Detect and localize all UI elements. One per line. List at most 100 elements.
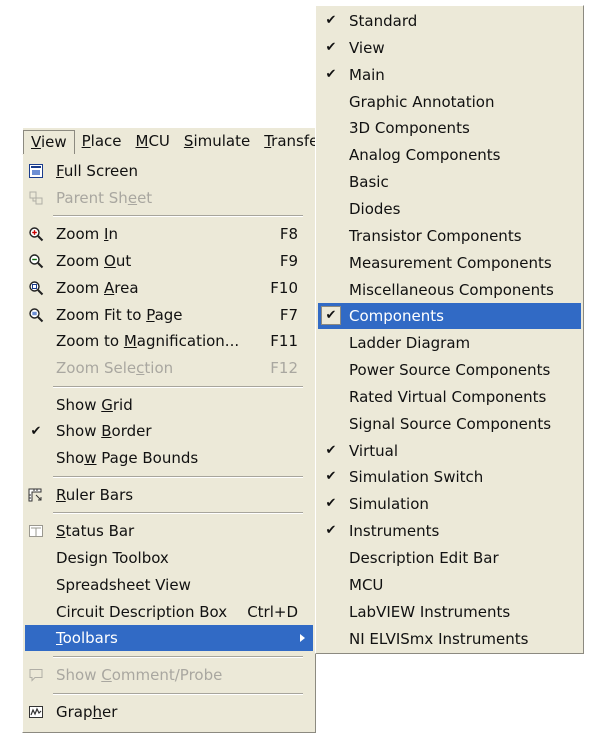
toolbar-item-label: Main xyxy=(349,65,385,84)
menu-bar: ViewPlaceMCUSimulateTransfer xyxy=(22,127,317,155)
menu-separator xyxy=(53,215,303,218)
toolbar-item-standard[interactable]: ✔ Standard xyxy=(318,8,581,34)
menu-item-label: Spreadsheet View xyxy=(56,575,191,594)
toolbar-item-label: Components xyxy=(349,307,444,326)
view-menu: Full Screen Parent Sheet Zoom In F8 Zoom Out… xyxy=(22,154,316,733)
check-icon: ✔ xyxy=(325,523,337,539)
ruler-icon xyxy=(27,486,45,504)
menu-item-label: Zoom Fit to Page xyxy=(56,305,183,324)
menu-item-label: Zoom In xyxy=(56,225,118,244)
toolbar-item-label: Signal Source Components xyxy=(349,414,552,433)
check-icon: ✔ xyxy=(325,39,337,55)
toolbar-item-rated-virtual-components[interactable]: Rated Virtual Components xyxy=(318,384,581,410)
toolbar-item-simulation-switch[interactable]: ✔ Simulation Switch xyxy=(318,464,581,490)
toolbar-item-instruments[interactable]: ✔ Instruments xyxy=(318,518,581,544)
toolbar-item-label: Standard xyxy=(349,12,418,30)
toolbar-item-ni-elvismx-instruments[interactable]: NI ELVISmx Instruments xyxy=(318,626,581,652)
menubar-item-mcu[interactable]: MCU xyxy=(129,130,177,153)
menubar-item-place[interactable]: Place xyxy=(75,130,129,153)
menubar-item-simulate[interactable]: Simulate xyxy=(177,130,257,153)
toolbar-item-label: NI ELVISmx Instruments xyxy=(349,629,529,648)
menu-item-label: Status Bar xyxy=(56,522,135,541)
menu-item-label: Zoom Selection xyxy=(56,358,174,377)
toolbar-item-analog-components[interactable]: Analog Components xyxy=(318,142,581,168)
toolbar-item-label: Simulation xyxy=(349,495,429,514)
comment-icon xyxy=(27,666,45,684)
menu-item-shortcut: F12 xyxy=(270,358,298,377)
zoom-area-icon xyxy=(27,279,45,297)
check-icon: ✔ xyxy=(325,496,337,512)
toolbar-item-components[interactable]: ✔ Components xyxy=(318,303,581,330)
menu-item-zoom-fit-to-page[interactable]: Zoom Fit to Page F7 xyxy=(25,302,313,328)
menu-item-spreadsheet-view[interactable]: Spreadsheet View xyxy=(25,572,313,598)
menu-item-parent-sheet: Parent Sheet xyxy=(25,185,313,211)
toolbar-item-label: Measurement Components xyxy=(349,253,552,272)
toolbar-item-label: Graphic Annotation xyxy=(349,92,495,111)
toolbar-item-basic[interactable]: Basic xyxy=(318,169,581,195)
toolbar-item-3d-components[interactable]: 3D Components xyxy=(318,115,581,141)
toolbar-item-simulation[interactable]: ✔ Simulation xyxy=(318,491,581,517)
menu-item-show-grid[interactable]: Show Grid xyxy=(25,392,313,418)
menu-item-shortcut: Ctrl+D xyxy=(247,602,298,621)
menu-separator xyxy=(53,475,303,478)
toolbar-item-miscellaneous-components[interactable]: Miscellaneous Components xyxy=(318,277,581,303)
toolbar-item-view[interactable]: ✔ View xyxy=(318,35,581,61)
menu-item-ruler-bars[interactable]: Ruler Bars xyxy=(25,482,313,508)
toolbar-item-diodes[interactable]: Diodes xyxy=(318,196,581,222)
menu-item-label: Show Grid xyxy=(56,395,133,414)
menu-item-shortcut: F10 xyxy=(270,278,298,297)
menu-item-zoom-in[interactable]: Zoom In F8 xyxy=(25,221,313,247)
toolbar-item-main[interactable]: ✔ Main xyxy=(318,62,581,88)
toolbar-item-transistor-components[interactable]: Transistor Components xyxy=(318,223,581,249)
toolbar-item-mcu[interactable]: MCU xyxy=(318,572,581,598)
menubar-item-view[interactable]: View xyxy=(23,130,75,155)
toolbar-item-graphic-annotation[interactable]: Graphic Annotation xyxy=(318,89,581,115)
toolbar-item-label: Ladder Diagram xyxy=(349,334,471,353)
toolbar-item-labview-instruments[interactable]: LabVIEW Instruments xyxy=(318,599,581,625)
toolbar-item-label: Description Edit Bar xyxy=(349,549,499,567)
status-bar-icon xyxy=(27,522,45,540)
toolbars-submenu: ✔ Standard ✔ View ✔ Main Graphic Annotation 3D … xyxy=(315,5,584,654)
toolbar-item-power-source-components[interactable]: Power Source Components xyxy=(318,357,581,383)
menu-item-toolbars[interactable]: Toolbars xyxy=(25,625,313,652)
menu-item-label: Grapher xyxy=(56,702,118,721)
menu-item-zoom-to-magnification[interactable]: Zoom to Magnification... F11 xyxy=(25,328,313,354)
toolbar-item-label: LabVIEW Instruments xyxy=(349,602,511,621)
menu-item-show-page-bounds[interactable]: Show Page Bounds xyxy=(25,445,313,471)
toolbar-item-virtual[interactable]: ✔ Virtual xyxy=(318,438,581,464)
menu-item-zoom-out[interactable]: Zoom Out F9 xyxy=(25,248,313,274)
menu-item-design-toolbox[interactable]: Design Toolbox xyxy=(25,545,313,571)
menu-separator xyxy=(53,385,303,388)
menu-item-label: Show Page Bounds xyxy=(56,449,199,467)
toolbar-item-label: Analog Components xyxy=(349,146,501,165)
menubar-item-transfer[interactable]: Transfer xyxy=(257,130,317,153)
toolbar-item-label: Power Source Components xyxy=(349,361,551,380)
zoom-fit-icon xyxy=(27,306,45,324)
menu-item-zoom-area[interactable]: Zoom Area F10 xyxy=(25,275,313,301)
check-icon: ✔ xyxy=(325,13,337,28)
check-icon: ✔ xyxy=(30,423,42,439)
menu-item-shortcut: F11 xyxy=(270,332,298,351)
menu-item-circuit-description-box[interactable]: Circuit Description Box Ctrl+D xyxy=(25,599,313,625)
toolbar-item-measurement-components[interactable]: Measurement Components xyxy=(318,250,581,276)
toolbar-item-label: Miscellaneous Components xyxy=(349,280,554,299)
toolbar-item-label: Rated Virtual Components xyxy=(349,387,547,406)
parent-sheet-icon xyxy=(27,189,45,207)
menu-item-status-bar[interactable]: Status Bar xyxy=(25,518,313,544)
menu-item-label: Design Toolbox xyxy=(56,549,169,568)
zoom-in-icon xyxy=(27,225,45,243)
check-icon: ✔ xyxy=(325,442,337,458)
toolbar-item-ladder-diagram[interactable]: Ladder Diagram xyxy=(318,330,581,356)
menu-item-shortcut: F7 xyxy=(279,305,298,324)
menu-item-zoom-selection: Zoom Selection F12 xyxy=(25,355,313,381)
menu-separator xyxy=(53,692,303,695)
toolbar-item-signal-source-components[interactable]: Signal Source Components xyxy=(318,411,581,437)
menu-item-grapher[interactable]: Grapher xyxy=(25,699,313,725)
toolbar-item-description-edit-bar[interactable]: Description Edit Bar xyxy=(318,545,581,571)
menu-item-show-border[interactable]: ✔ Show Border xyxy=(25,418,313,444)
menu-item-label: Ruler Bars xyxy=(56,485,134,504)
menu-item-label: Show Comment/Probe xyxy=(56,665,223,684)
menu-item-label: Toolbars xyxy=(56,629,118,648)
toolbar-item-label: Instruments xyxy=(349,522,440,541)
menu-item-full-screen[interactable]: Full Screen xyxy=(25,158,313,184)
